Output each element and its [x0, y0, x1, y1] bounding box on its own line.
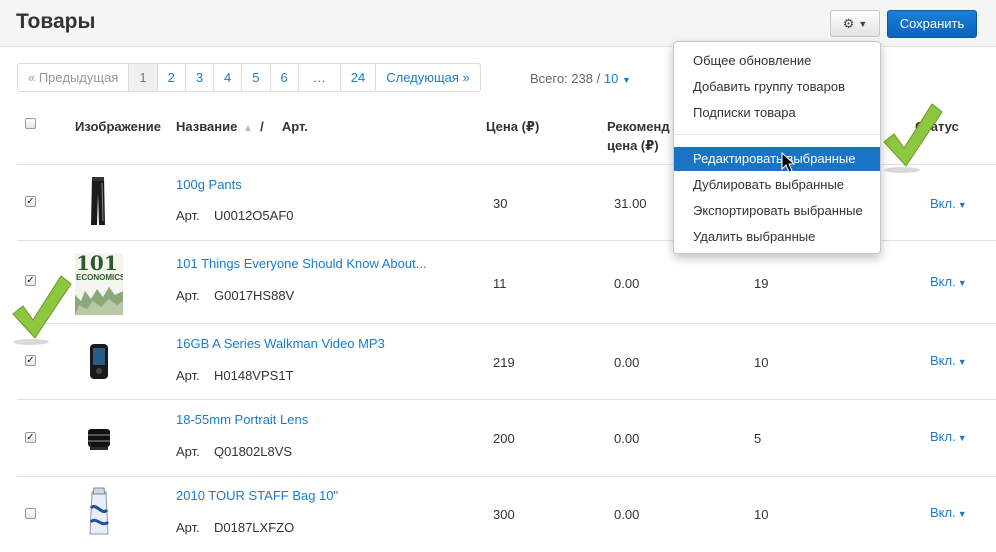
caret-down-icon: ▼ [957, 509, 967, 519]
product-price: 219 [493, 355, 515, 370]
status-dropdown[interactable]: Вкл. ▼ [930, 196, 967, 211]
row-divider [17, 399, 996, 400]
product-quantity: 5 [754, 431, 762, 446]
menu-item-delete-selected[interactable]: Удалить выбранные [674, 225, 880, 249]
product-quantity: 10 [754, 507, 769, 522]
column-header-name[interactable]: Название ▲ / Арт. [176, 119, 308, 134]
status-dropdown[interactable]: Вкл. ▼ [930, 353, 967, 368]
caret-down-icon: ▼ [957, 200, 967, 210]
page-title: Товары [16, 10, 96, 33]
product-name-link[interactable]: 18-55mm Portrait Lens [176, 412, 308, 427]
product-recommended-price: 0.00 [614, 276, 640, 291]
product-recommended-price: 0.00 [614, 431, 640, 446]
pagination-page[interactable]: 6 [269, 64, 298, 91]
column-header-art[interactable]: Арт. [282, 119, 308, 134]
row-checkbox[interactable] [25, 508, 36, 519]
column-header-price[interactable]: Цена (₽) [486, 119, 539, 135]
menu-item-add-product-group[interactable]: Добавить группу товаров [674, 75, 880, 99]
menu-item-general-update[interactable]: Общее обновление [674, 49, 880, 73]
art-label: Арт. [176, 520, 200, 535]
select-all-checkbox[interactable] [25, 118, 36, 129]
product-thumbnail-lens[interactable] [86, 425, 112, 451]
product-recommended-price: 0.00 [614, 507, 640, 522]
status-dropdown[interactable]: Вкл. ▼ [930, 274, 967, 289]
sort-asc-icon: ▲ [243, 123, 253, 134]
row-divider [17, 323, 996, 324]
menu-item-duplicate-selected[interactable]: Дублировать выбранные [674, 173, 880, 197]
row-checkbox[interactable]: ✓ [25, 196, 36, 207]
pagination-page[interactable]: 1 [128, 64, 157, 91]
pagination-next[interactable]: Следующая » [375, 64, 480, 91]
caret-down-icon: ▼ [621, 75, 631, 85]
product-price: 200 [493, 431, 515, 446]
product-recommended-price: 31.00 [614, 196, 647, 211]
product-thumbnail-book[interactable]: 101 ECONOMICS [75, 253, 123, 315]
pagination-page[interactable]: 5 [241, 64, 269, 91]
caret-down-icon: ▼ [957, 357, 967, 367]
row-divider [17, 476, 996, 477]
product-price: 300 [493, 507, 515, 522]
product-name-link[interactable]: 2010 TOUR STAFF Bag 10" [176, 488, 338, 503]
pagination-page[interactable]: 4 [213, 64, 241, 91]
column-header-recommended-line2: цена (₽) [607, 138, 659, 153]
product-art: G0017HS88V [214, 288, 295, 303]
product-art: H0148VPS1T [214, 368, 294, 383]
caret-down-icon: ▼ [858, 18, 868, 29]
checkmark-icon [883, 103, 943, 173]
product-art: U0012O5AF0 [214, 208, 294, 223]
save-button[interactable]: Сохранить [887, 10, 977, 38]
product-art: D0187LXFZO [214, 520, 295, 535]
book-cover-subtitle: ECONOMICS [76, 273, 123, 282]
row-checkbox[interactable]: ✓ [25, 432, 36, 443]
pagination-page[interactable]: 3 [184, 64, 213, 91]
art-label: Арт. [176, 444, 200, 459]
status-dropdown[interactable]: Вкл. ▼ [930, 429, 967, 444]
product-price: 30 [493, 196, 508, 211]
pagination: « Предыдущая 1 2 3 4 5 6 … 24 Следующая … [17, 63, 481, 92]
caret-down-icon: ▼ [957, 278, 967, 288]
menu-divider [675, 134, 880, 135]
book-cover-number: 101 [76, 253, 118, 275]
product-name-link[interactable]: 101 Things Everyone Should Know About... [176, 256, 427, 271]
row-checkbox[interactable]: ✓ [25, 355, 36, 366]
product-thumbnail-golf-bag[interactable] [84, 486, 114, 538]
product-quantity: 19 [754, 276, 769, 291]
pagination-prev[interactable]: « Предыдущая [18, 64, 128, 91]
product-name-link[interactable]: 100g Pants [176, 177, 242, 192]
art-label: Арт. [176, 288, 200, 303]
pagination-ellipsis[interactable]: … [297, 64, 340, 91]
pagination-page[interactable]: 24 [339, 64, 375, 91]
art-label: Арт. [176, 208, 200, 223]
product-art: Q01802L8VS [214, 444, 293, 459]
product-recommended-price: 0.00 [614, 355, 640, 370]
menu-item-edit-selected[interactable]: Редактировать выбранные [674, 147, 880, 171]
art-label: Арт. [176, 368, 200, 383]
product-name-link[interactable]: 16GB A Series Walkman Video MP3 [176, 336, 385, 351]
total-count: Всего: 238 / 10 ▼ [530, 71, 631, 86]
product-price: 11 [493, 276, 507, 291]
column-header-recommended[interactable]: Рекоменд [607, 119, 670, 134]
column-header-image: Изображение [75, 119, 161, 134]
checkmark-icon [12, 275, 72, 345]
product-quantity: 10 [754, 355, 769, 370]
settings-dropdown-button[interactable]: ⚙ ▼ [830, 10, 880, 37]
actions-dropdown-menu: Общее обновление Добавить группу товаров… [673, 41, 881, 254]
product-thumbnail-mp3[interactable] [88, 343, 110, 381]
gear-icon: ⚙ [842, 15, 855, 31]
per-page-select[interactable]: 10 ▼ [604, 71, 631, 86]
status-dropdown[interactable]: Вкл. ▼ [930, 505, 967, 520]
total-label: Всего: 238 / [530, 71, 601, 86]
mouse-cursor-icon [781, 152, 795, 173]
page-header: Товары ⚙ ▼ Сохранить [0, 0, 996, 47]
product-thumbnail-pants[interactable] [86, 175, 110, 227]
menu-item-product-subscriptions[interactable]: Подписки товара [674, 101, 880, 125]
caret-down-icon: ▼ [957, 433, 967, 443]
menu-item-export-selected[interactable]: Экспортировать выбранные [674, 199, 880, 223]
pagination-page[interactable]: 2 [156, 64, 185, 91]
